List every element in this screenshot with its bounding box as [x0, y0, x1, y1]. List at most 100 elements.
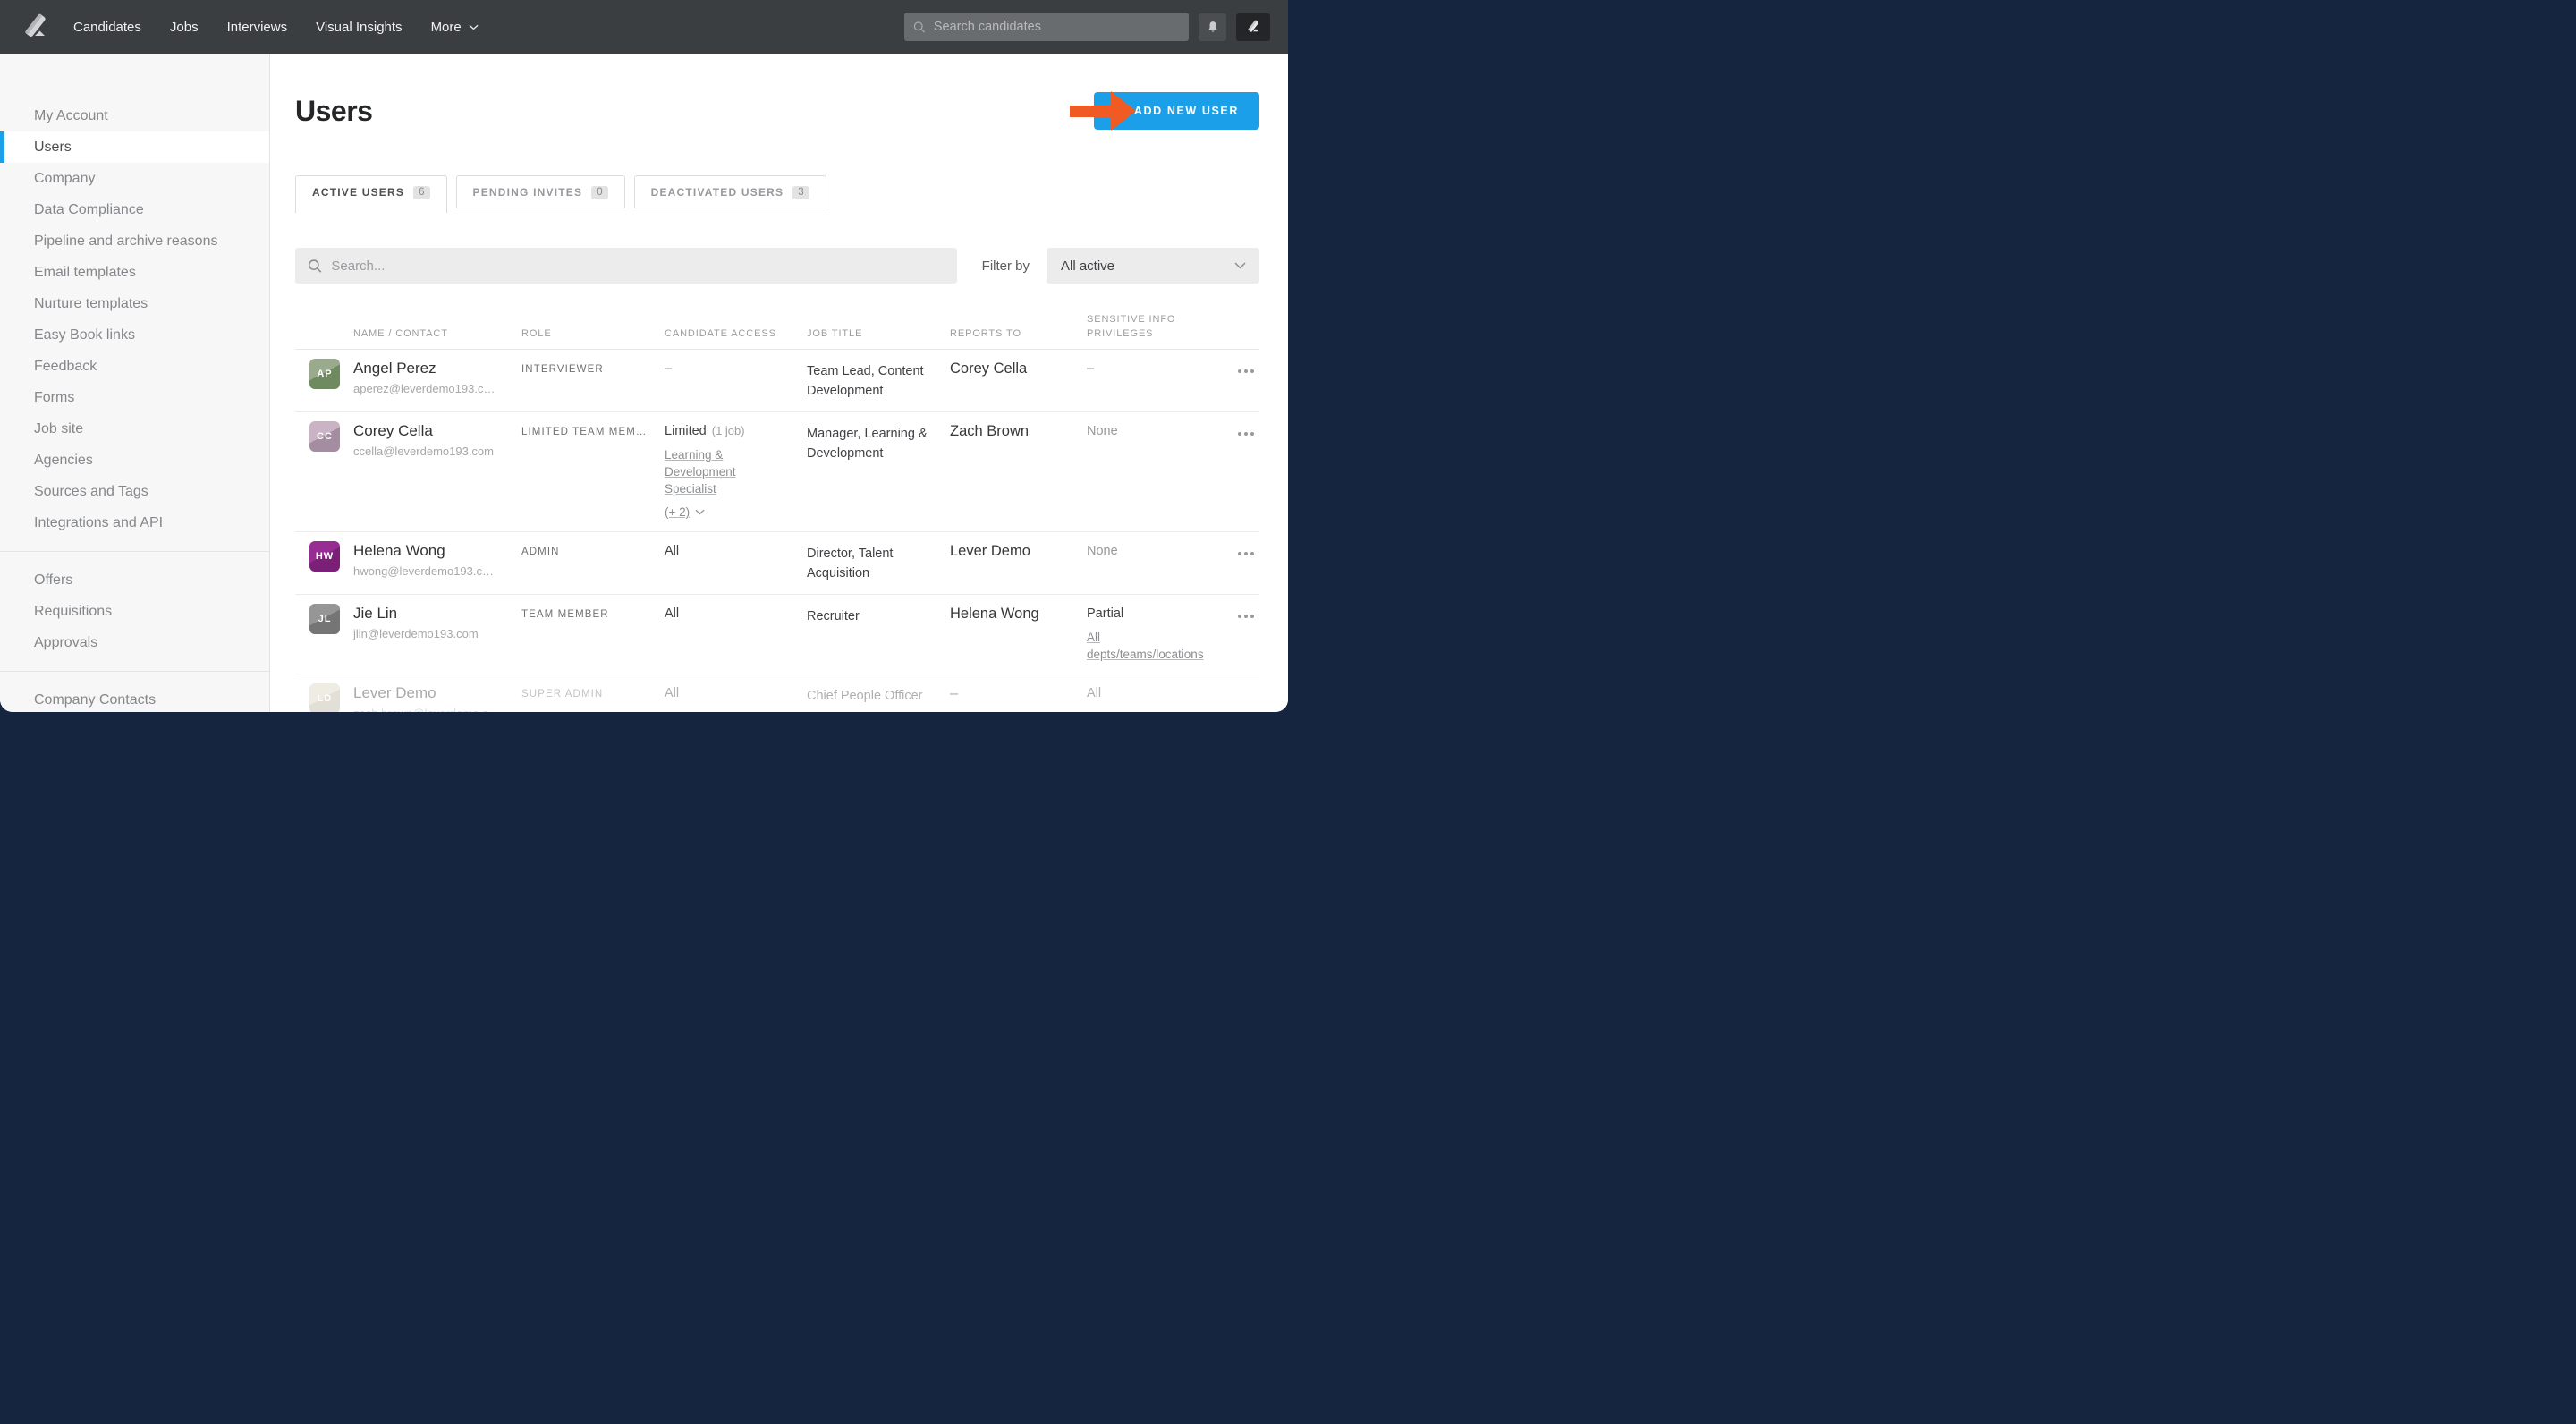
tab-deactivated-users[interactable]: DEACTIVATED USERS 3 [634, 175, 826, 208]
tab-active-users[interactable]: ACTIVE USERS 6 [295, 175, 447, 213]
job-title: Chief People Officer [807, 683, 950, 712]
column-header-sensitive-info-privileges: SENSITIVE INFO PRIVILEGES [1087, 312, 1234, 341]
sidebar-item-email-templates[interactable]: Email templates [0, 257, 269, 288]
row-menu-button[interactable] [1234, 548, 1258, 583]
sidebar-item-users[interactable]: Users [0, 131, 269, 163]
nav-item-interviews[interactable]: Interviews [227, 20, 288, 35]
sidebar-item-my-account[interactable]: My Account [0, 100, 269, 131]
name-contact-cell: LD Lever Demo zach.brown@leverdemo.c… [309, 683, 521, 712]
sidebar-item-data-compliance[interactable]: Data Compliance [0, 194, 269, 225]
column-header-name-contact: NAME / CONTACT [309, 326, 521, 341]
reports-to: Zach Brown [950, 421, 1087, 521]
access-more-link[interactable]: (+ 2) [665, 504, 690, 521]
sidebar-item-company-contacts[interactable]: Company Contacts [0, 684, 269, 712]
access-value: – [665, 361, 672, 376]
row-menu-cell [1234, 604, 1259, 663]
candidate-access-cell: All [665, 541, 807, 583]
filter-group: Filter by All active [982, 248, 1259, 284]
user-role: LIMITED TEAM MEM… [521, 421, 665, 521]
sensitive-info-cell: – [1087, 359, 1234, 401]
access-note: (1 job) [712, 424, 745, 437]
sidebar-item-nurture-templates[interactable]: Nurture templates [0, 288, 269, 319]
user-email: hwong@leverdemo193.c… [353, 564, 494, 578]
sensitive-value: None [1087, 544, 1118, 558]
job-title: Recruiter [807, 604, 950, 663]
sidebar-item-forms[interactable]: Forms [0, 382, 269, 413]
user-name: Corey Cella [353, 422, 494, 440]
lever-logo-icon[interactable] [18, 10, 52, 44]
user-email: zach.brown@leverdemo.c… [353, 707, 499, 712]
access-value: All [665, 606, 679, 621]
row-menu-button[interactable] [1234, 611, 1258, 663]
access-value: Limited [665, 424, 707, 438]
nav-item-jobs[interactable]: Jobs [170, 20, 199, 35]
chevron-down-icon [469, 24, 479, 30]
nav-item-visual-insights[interactable]: Visual Insights [316, 20, 402, 35]
sidebar-group: Company ContactsCandidate import history [0, 671, 269, 712]
notifications-button[interactable] [1199, 13, 1226, 41]
avatar-initials: HW [316, 551, 334, 562]
tab-pending-invites[interactable]: PENDING INVITES0 [456, 175, 625, 208]
reports-to: Corey Cella [950, 359, 1087, 401]
user-role: ADMIN [521, 541, 665, 583]
sidebar-item-offers[interactable]: Offers [0, 564, 269, 596]
sidebar-item-sources-and-tags[interactable]: Sources and Tags [0, 476, 269, 507]
user-email: aperez@leverdemo193.c… [353, 382, 495, 395]
add-new-user-button[interactable]: + ADD NEW USER [1094, 92, 1259, 130]
nav-search-input[interactable] [934, 20, 1180, 34]
user-menu-button[interactable] [1236, 13, 1270, 41]
tab-label: DEACTIVATED USERS [651, 186, 784, 199]
sidebar-item-approvals[interactable]: Approvals [0, 627, 269, 658]
access-posting-link[interactable]: Learning & Development Specialist [665, 446, 791, 497]
user-name: Helena Wong [353, 542, 494, 560]
sidebar-item-integrations-and-api[interactable]: Integrations and API [0, 507, 269, 538]
nav-item-candidates[interactable]: Candidates [73, 20, 141, 35]
tab-count-badge: 3 [792, 186, 809, 199]
name-contact-cell: AP Angel Perez aperez@leverdemo193.c… [309, 359, 521, 401]
sensitive-info-cell: None [1087, 421, 1234, 521]
avatar: LD [309, 683, 340, 712]
sensitive-scope-link[interactable]: All depts/teams/locations [1087, 629, 1218, 663]
search-icon [913, 21, 926, 34]
avatar-initials: AP [317, 369, 332, 379]
reports-to: Helena Wong [950, 604, 1087, 663]
access-value: All [665, 686, 679, 700]
sensitive-info-cell: None [1087, 541, 1234, 583]
sidebar-item-company[interactable]: Company [0, 163, 269, 194]
candidate-access-cell: – [665, 359, 807, 401]
column-header-role: ROLE [521, 326, 665, 341]
nav-menu: Candidates Jobs Interviews Visual Insights [73, 20, 402, 35]
job-title: Team Lead, Content Development [807, 359, 950, 401]
sidebar-item-pipeline-and-archive-reasons[interactable]: Pipeline and archive reasons [0, 225, 269, 257]
user-search[interactable] [295, 248, 957, 284]
sidebar-item-easy-book-links[interactable]: Easy Book links [0, 319, 269, 351]
row-menu-button[interactable] [1234, 428, 1258, 521]
table-header-row: NAME / CONTACTROLECANDIDATE ACCESSJOB TI… [295, 305, 1259, 350]
table-row: HW Helena Wong hwong@leverdemo193.c… ADM… [295, 532, 1259, 595]
nav-more[interactable]: More [431, 20, 479, 35]
table-row: CC Corey Cella ccella@leverdemo193.com L… [295, 412, 1259, 532]
user-search-input[interactable] [331, 259, 945, 274]
column-header-job-title: JOB TITLE [807, 326, 950, 341]
avatar: CC [309, 421, 340, 452]
sidebar-item-agencies[interactable]: Agencies [0, 445, 269, 476]
reports-to: – [950, 683, 1087, 712]
user-role: TEAM MEMBER [521, 604, 665, 663]
sidebar-item-feedback[interactable]: Feedback [0, 351, 269, 382]
sidebar-item-requisitions[interactable]: Requisitions [0, 596, 269, 627]
row-menu-button[interactable] [1234, 366, 1258, 401]
candidate-access-cell: Limited (1 job) Learning & Development Spe… [665, 421, 807, 521]
user-role: SUPER ADMIN [521, 683, 665, 712]
search-filter-row: Filter by All active [295, 248, 1259, 284]
column-header-candidate-access: CANDIDATE ACCESS [665, 326, 807, 341]
tab-label: ACTIVE USERS [312, 186, 404, 199]
reports-to: Lever Demo [950, 541, 1087, 583]
nav-search[interactable] [904, 13, 1189, 41]
sidebar-item-job-site[interactable]: Job site [0, 413, 269, 445]
filter-dropdown[interactable]: All active [1046, 248, 1259, 284]
table-body: AP Angel Perez aperez@leverdemo193.c… IN… [295, 350, 1259, 712]
user-role: INTERVIEWER [521, 359, 665, 401]
tab-count-badge: 6 [413, 186, 429, 199]
access-value: All [665, 544, 679, 558]
filter-value: All active [1061, 259, 1114, 274]
